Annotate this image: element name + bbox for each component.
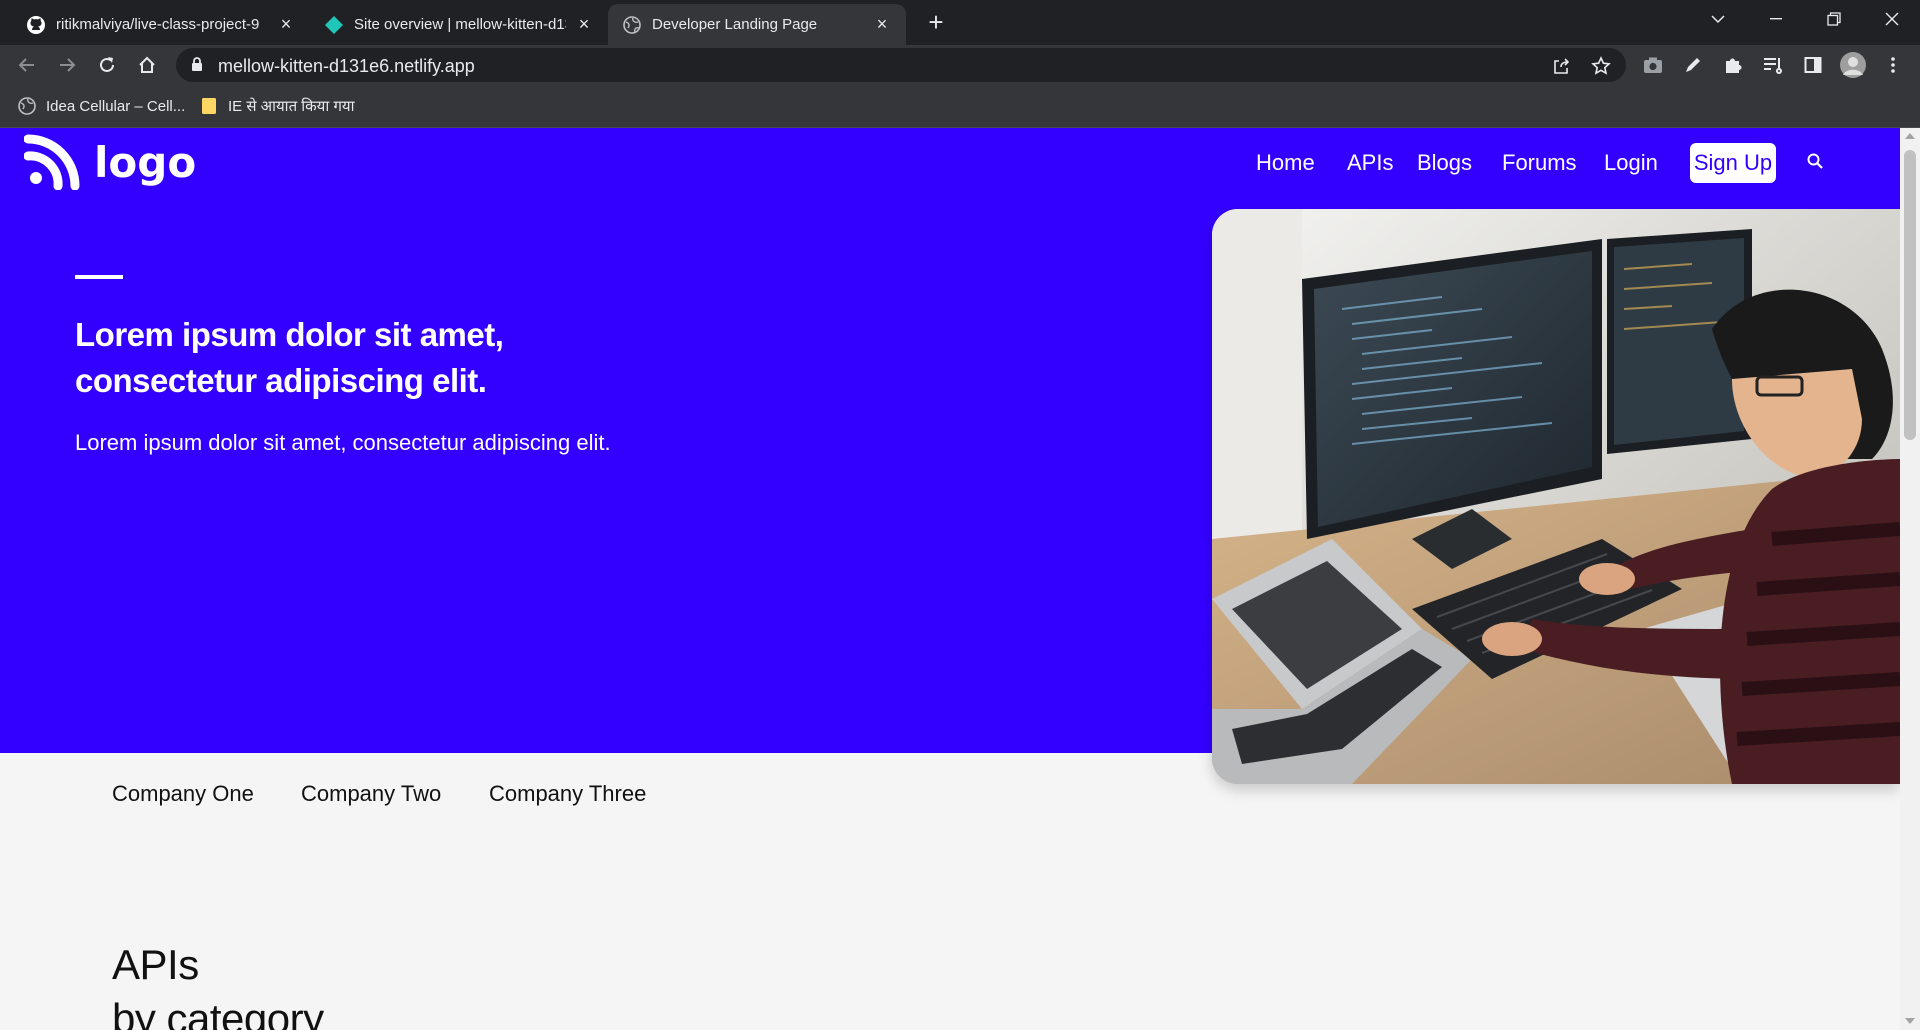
close-icon[interactable]: × — [276, 14, 296, 35]
company-three: Company Three — [489, 781, 647, 806]
close-icon[interactable]: × — [872, 14, 892, 35]
nav-blogs[interactable]: Blogs — [1417, 150, 1472, 176]
hero-developer-image — [1212, 209, 1900, 784]
nav-home[interactable]: Home — [1256, 150, 1315, 176]
hero-accent-bar — [75, 275, 123, 279]
company-two: Company Two — [301, 781, 442, 806]
reload-icon[interactable] — [92, 50, 122, 80]
tab-github[interactable]: ritikmalviya/live-class-project-9 × — [12, 4, 310, 45]
scroll-up-arrow-icon[interactable] — [1905, 133, 1915, 139]
bookmark-ie-imported[interactable]: IE से आयात किया गया — [200, 93, 354, 119]
forward-arrow-icon[interactable] — [52, 50, 82, 80]
scrollbar-thumb[interactable] — [1904, 150, 1916, 440]
apis-section-title: APIs — [112, 941, 199, 988]
logo-text: logo — [94, 137, 197, 187]
github-icon — [26, 15, 46, 35]
tab-title: Developer Landing Page — [652, 16, 818, 33]
browser-tab-bar: ritikmalviya/live-class-project-9 × Site… — [0, 0, 1920, 45]
site-logo[interactable]: logo — [24, 134, 196, 190]
scroll-down-arrow-icon[interactable] — [1905, 1018, 1915, 1024]
new-tab-plus-icon[interactable]: + — [922, 9, 950, 37]
netlify-icon — [324, 15, 344, 35]
pen-extension-icon[interactable] — [1678, 50, 1708, 80]
hero-subtitle: Lorem ipsum dolor sit amet, consectetur … — [75, 430, 611, 455]
bookmarks-bar: Idea Cellular – Cell... IE से आयात किया … — [0, 85, 1920, 128]
globe-icon — [622, 15, 642, 35]
page-viewport: logo Home APIs Blogs Forums Login Sign U… — [0, 128, 1900, 1030]
tab-search-chevron-icon[interactable] — [1690, 0, 1746, 38]
folder-icon — [200, 97, 218, 115]
bookmark-label: Idea Cellular – Cell... — [46, 97, 186, 115]
close-window-icon[interactable] — [1864, 0, 1920, 38]
tab-title: Site overview | mellow-kitten-d131e6 — [354, 16, 566, 33]
side-panel-icon[interactable] — [1798, 50, 1828, 80]
apis-section-subtitle: by category — [112, 995, 324, 1030]
tab-title: ritikmalviya/live-class-project-9 — [56, 16, 260, 33]
lock-icon[interactable] — [191, 57, 203, 77]
nav-apis[interactable]: APIs — [1347, 150, 1393, 176]
menu-kebab-icon[interactable] — [1878, 50, 1908, 80]
globe-icon — [18, 97, 36, 115]
tab-netlify[interactable]: Site overview | mellow-kitten-d131e6 × — [310, 4, 608, 45]
address-bar[interactable]: mellow-kitten-d131e6.netlify.app — [176, 48, 1626, 82]
profile-avatar-icon[interactable] — [1838, 50, 1868, 80]
hero-title: Lorem ipsum dolor sit amet, consectetur … — [75, 316, 504, 399]
url-text[interactable]: mellow-kitten-d131e6.netlify.app — [218, 56, 475, 77]
page-scrollbar[interactable] — [1900, 128, 1920, 1030]
back-arrow-icon[interactable] — [12, 50, 42, 80]
minimize-icon[interactable] — [1748, 0, 1804, 38]
logo-rss-icon — [24, 134, 80, 190]
camera-extension-icon[interactable] — [1638, 50, 1668, 80]
developer-photo-illustration — [1212, 209, 1900, 784]
browser-toolbar: mellow-kitten-d131e6.netlify.app — [0, 45, 1920, 85]
bookmark-idea-cellular[interactable]: Idea Cellular – Cell... — [18, 93, 185, 119]
search-icon[interactable] — [1806, 152, 1826, 172]
tab-developer-landing[interactable]: Developer Landing Page × — [608, 4, 906, 45]
restore-icon[interactable] — [1806, 0, 1862, 38]
company-one: Company One — [112, 781, 254, 806]
bookmark-label: IE से आयात किया गया — [228, 98, 355, 115]
share-icon[interactable] — [1550, 55, 1572, 77]
signup-button[interactable]: Sign Up — [1690, 143, 1776, 183]
nav-forums[interactable]: Forums — [1502, 150, 1577, 176]
bookmark-star-icon[interactable] — [1590, 55, 1612, 77]
extensions-puzzle-icon[interactable] — [1718, 50, 1748, 80]
nav-login[interactable]: Login — [1604, 150, 1658, 176]
close-icon[interactable]: × — [574, 14, 594, 35]
home-icon[interactable] — [132, 50, 162, 80]
reading-list-icon[interactable] — [1758, 50, 1788, 80]
